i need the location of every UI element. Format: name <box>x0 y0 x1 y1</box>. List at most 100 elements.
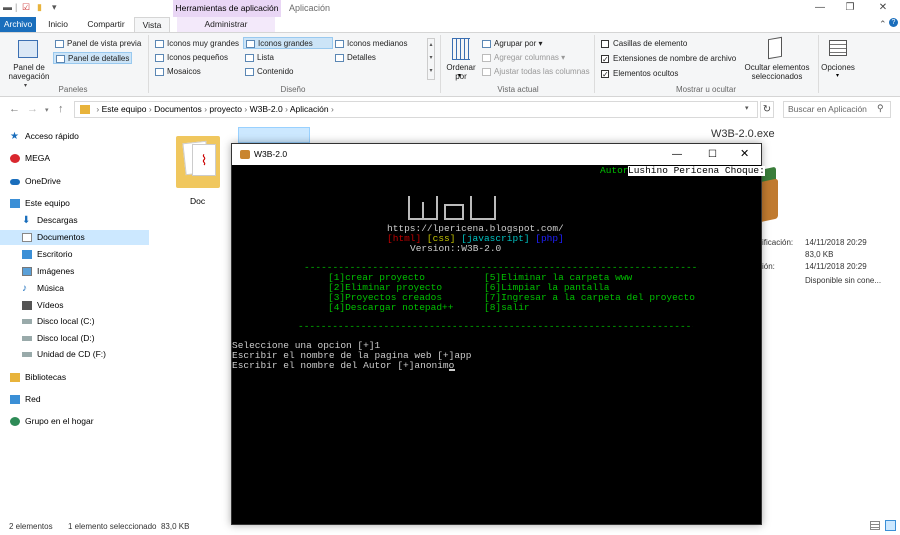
search-icon[interactable]: ⚲ <box>877 103 884 114</box>
layout-xl-icons-label: Iconos muy grandes <box>167 39 240 48</box>
close-icon[interactable]: ✕ <box>875 2 891 14</box>
tab-file[interactable]: Archivo <box>0 17 36 32</box>
new-folder-icon[interactable]: ▮ <box>37 2 47 13</box>
properties-icon[interactable]: ☑ <box>22 2 32 13</box>
breadcrumb-chevron-icon: › <box>244 104 248 114</box>
tab-manage[interactable]: Administrar <box>177 17 275 32</box>
tab-view[interactable]: Vista <box>134 17 170 32</box>
status-item-count: 2 elementos <box>9 522 53 531</box>
nav-homegroup[interactable]: Grupo en el hogar <box>10 414 150 429</box>
qat-dropdown-icon[interactable]: ▾ <box>52 2 62 13</box>
console-window[interactable]: W3B-2.0 — ☐ ✕ Autor Lushino Pericena Cho… <box>231 143 765 525</box>
console-close-icon[interactable]: ✕ <box>740 144 749 165</box>
library-icon <box>10 373 20 383</box>
up-arrow-icon[interactable]: ↑ <box>58 103 64 115</box>
console-minimize-icon[interactable]: — <box>672 144 682 165</box>
ribbon-collapse-icon[interactable]: ⌃ <box>879 19 887 30</box>
hidden-items-label: Elementos ocultos <box>613 69 679 78</box>
nav-pictures[interactable]: Imágenes <box>22 264 149 279</box>
search-input[interactable]: Buscar en Aplicación <box>783 101 891 118</box>
nav-onedrive[interactable]: OneDrive <box>10 174 150 189</box>
recent-dropdown-icon[interactable]: ▾ <box>45 106 49 114</box>
nav-desktop[interactable]: Escritorio <box>22 247 149 262</box>
layout-xl-icons[interactable]: Iconos muy grandes <box>155 38 239 50</box>
sort-icon[interactable] <box>452 38 470 60</box>
options-dropdown-icon[interactable]: ▾ <box>836 72 839 79</box>
forward-arrow-icon[interactable]: → <box>27 103 38 115</box>
nav-pane-dropdown-icon[interactable]: ▾ <box>24 82 27 89</box>
nav-this-pc[interactable]: Este equipo <box>10 196 150 211</box>
nav-mega[interactable]: MEGA <box>10 151 150 166</box>
restore-icon[interactable]: ❐ <box>842 2 858 14</box>
layout-small-icons[interactable]: Iconos pequeños <box>155 52 228 64</box>
nav-pane-button[interactable]: Panel de navegación <box>2 63 56 81</box>
hide-selected-button[interactable]: Ocultar elementos seleccionados <box>739 63 815 81</box>
checkbox-unchecked-icon[interactable] <box>601 39 609 48</box>
options-icon[interactable] <box>829 40 847 56</box>
details-size-value: 83,0 KB <box>805 250 834 259</box>
doc-folder-label: Doc <box>190 196 206 206</box>
address-dropdown-icon[interactable]: ▾ <box>745 104 749 112</box>
breadcrumb-this-pc[interactable]: Este equipo <box>102 104 147 114</box>
refresh-icon[interactable]: ↻ <box>760 101 774 118</box>
layout-scroll-icon[interactable]: ▴ ▾ ▾ <box>427 38 435 80</box>
options-button[interactable]: Opciones <box>818 63 858 72</box>
details-modified-value: 14/11/2018 20:29 <box>805 238 867 247</box>
fit-columns-icon <box>482 67 491 76</box>
nav-label: Grupo en el hogar <box>25 416 94 426</box>
nav-libraries[interactable]: Bibliotecas <box>10 370 150 385</box>
fit-columns-button[interactable]: Ajustar todas las columnas <box>482 66 590 78</box>
sort-dropdown-icon[interactable]: ▾ <box>458 72 461 79</box>
details-view-icon[interactable] <box>870 521 880 530</box>
breadcrumb-chevron-icon: › <box>330 104 334 114</box>
nav-pane-icon[interactable] <box>18 40 38 58</box>
preview-pane-button[interactable]: Panel de vista previa <box>55 38 141 50</box>
group-by-button[interactable]: Agrupar por ▾ <box>482 38 543 50</box>
checkbox-checked-icon[interactable]: ✓ <box>601 69 609 78</box>
nav-network[interactable]: Red <box>10 392 150 407</box>
breadcrumb-chevron-icon: › <box>285 104 288 114</box>
nav-disk-c[interactable]: Disco local (C:) <box>22 314 149 329</box>
breadcrumb-aplicacion[interactable]: Aplicación <box>290 104 329 114</box>
nav-music[interactable]: ♪ Música <box>22 281 149 296</box>
layout-medium-icons[interactable]: Iconos medianos <box>335 38 407 50</box>
help-icon[interactable]: ? <box>889 18 898 27</box>
logo-letter-b <box>470 196 496 220</box>
layout-details[interactable]: Detalles <box>335 52 376 64</box>
checkbox-checked-icon[interactable]: ✓ <box>601 54 609 63</box>
layout-tiles[interactable]: Mosaicos <box>155 66 201 78</box>
back-arrow-icon[interactable]: ← <box>9 103 20 115</box>
group-label-show-hide: Mostrar u ocultar <box>675 85 737 94</box>
doc-folder-item[interactable]: ⌇ <box>176 132 220 192</box>
details-file-name: W3B-2.0.exe <box>711 128 775 140</box>
details-pane-button[interactable]: Panel de detalles <box>53 52 133 64</box>
nav-disk-d[interactable]: Disco local (D:) <box>22 331 149 346</box>
nav-downloads[interactable]: ⬇ Descargas <box>22 213 149 228</box>
hide-selected-icon[interactable] <box>768 36 782 60</box>
drive-icon <box>22 336 32 342</box>
nav-documents[interactable]: Documentos <box>0 230 149 245</box>
console-maximize-icon[interactable]: ☐ <box>708 144 717 165</box>
address-bar[interactable]: › Este equipo › Documentos › proyecto › … <box>74 101 758 118</box>
selected-exe-item[interactable] <box>238 127 310 143</box>
extensions-toggle[interactable]: ✓ Extensiones de nombre de archivo <box>601 53 736 65</box>
breadcrumb-proyecto[interactable]: proyecto <box>209 104 242 114</box>
add-columns-button[interactable]: Agregar columnas ▾ <box>482 52 565 64</box>
nav-videos[interactable]: Vídeos <box>22 298 149 313</box>
item-checkboxes-toggle[interactable]: Casillas de elemento <box>601 38 687 50</box>
layout-large-icons[interactable]: Iconos grandes <box>243 37 333 49</box>
tab-share[interactable]: Compartir <box>83 17 129 32</box>
layout-content[interactable]: Contenido <box>245 66 293 78</box>
hidden-items-toggle[interactable]: ✓ Elementos ocultos <box>601 68 678 80</box>
nav-quick-access[interactable]: ★ Acceso rápido <box>10 129 150 144</box>
large-icons-view-icon[interactable] <box>885 520 896 531</box>
fit-columns-label: Ajustar todas las columnas <box>494 67 590 76</box>
layout-list[interactable]: Lista <box>245 52 274 64</box>
item-checkboxes-label: Casillas de elemento <box>613 39 688 48</box>
breadcrumb-w3b[interactable]: W3B-2.0 <box>250 104 283 114</box>
tab-home[interactable]: Inicio <box>40 17 76 32</box>
nav-label: Vídeos <box>37 300 64 310</box>
nav-cd-drive[interactable]: Unidad de CD (F:) <box>22 347 149 362</box>
breadcrumb-documents[interactable]: Documentos <box>154 104 202 114</box>
minimize-icon[interactable]: — <box>812 2 828 14</box>
